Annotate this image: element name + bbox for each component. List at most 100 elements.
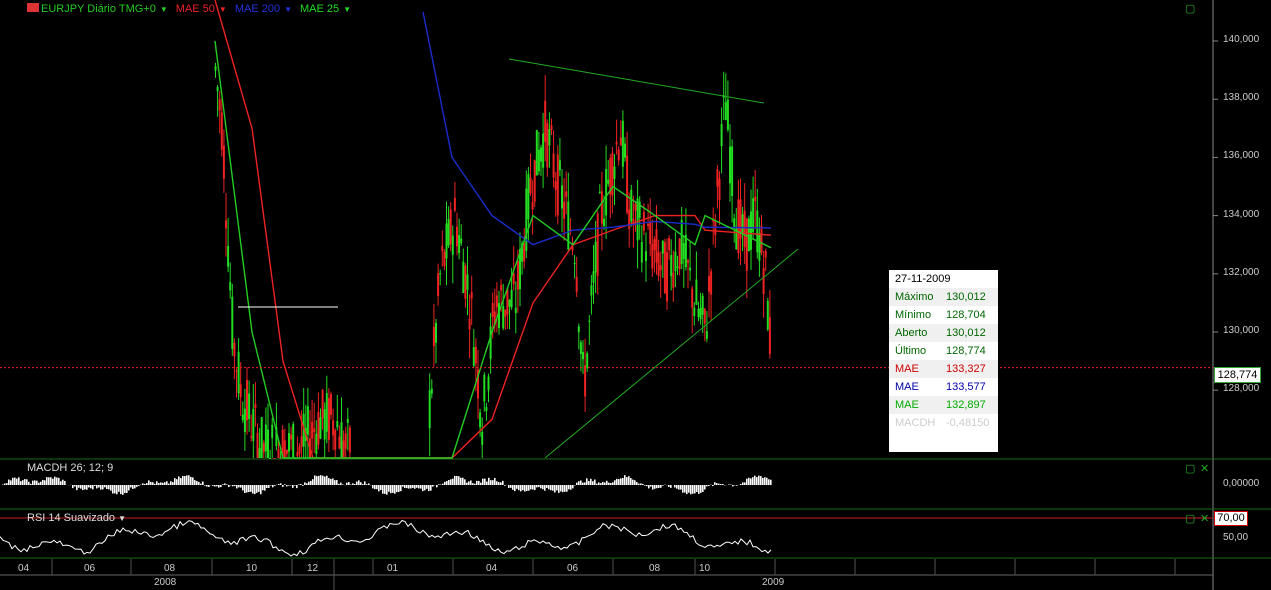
candle-body [745,218,748,271]
candle-body [502,305,505,329]
macd-bar [152,482,154,485]
info-key: Mínimo [895,309,932,321]
candle-body [703,308,706,324]
candle-body [460,238,463,244]
macd-bar [498,482,500,485]
macd-bar [522,485,524,491]
macd-bar [382,485,384,494]
macd-bar [196,481,198,485]
macd-bar [546,485,548,489]
macd-bar [752,477,754,485]
info-value: 133,577 [946,381,986,393]
mae50-item[interactable]: MAE 50 ▼ [176,3,227,15]
maximize-icon[interactable]: ▢ [1185,462,1195,475]
candle-body [346,418,349,423]
mae25-item[interactable]: MAE 25 ▼ [300,3,351,15]
macd-bar [466,482,468,485]
candle-body [647,223,650,227]
macd-bar [76,485,78,491]
macd-bar [110,485,112,491]
macd-bar [324,476,326,485]
info-value: -0,48150 [946,417,990,429]
candle-body [754,196,757,202]
chevron-down-icon: ▼ [343,5,352,14]
macd-bar [94,485,96,487]
macd-bar [170,481,172,485]
month-label: 10 [699,563,711,574]
macd-bar [504,485,506,486]
macd-bar [224,483,226,485]
candle-body [468,318,471,330]
candle-body [472,347,475,366]
candle-body [678,238,681,270]
macd-bar [470,480,472,485]
macd-bar [510,485,512,488]
candle-body [292,424,295,458]
macd-bar [402,485,404,487]
macd-bar [4,483,6,485]
candle-body [285,449,288,454]
maximize-icon[interactable]: ▢ [1185,512,1195,525]
macd-bar [268,485,270,488]
candle-body [561,185,563,209]
macd-bar [362,484,364,485]
macd-bar [114,485,116,494]
macd-bar [146,483,148,485]
macd-bar [338,483,340,485]
macd-label[interactable]: MACDH 26; 12; 9 [27,462,113,474]
macd-bar [48,477,50,485]
candle-body [273,458,276,459]
chart-canvas[interactable] [0,0,1271,590]
candle-body [311,421,314,439]
macd-bar [554,485,556,493]
month-label: 08 [649,563,661,574]
macd-bar [314,475,316,485]
candle-body [598,191,601,193]
month-label: 06 [567,563,579,574]
macd-bar [352,483,354,485]
macd-bar [300,484,302,485]
month-label: 06 [84,563,96,574]
candle-body [323,409,326,440]
macd-bar [474,483,476,485]
macd-bar [618,479,620,485]
macd-bar [194,480,196,485]
candle-body [556,154,559,216]
macd-bar [354,483,356,485]
macd-bar [648,485,650,489]
info-row: Máximo 130,012 [889,288,998,306]
macd-bar [560,485,562,492]
candle-body [437,273,440,296]
close-icon[interactable]: ✕ [1200,512,1209,525]
macd-bar [82,485,84,491]
candle-body [558,160,561,171]
macd-bar [156,481,158,485]
macd-bar [16,478,18,485]
candle-body [531,201,534,210]
candle-body [246,379,248,421]
macd-bar [668,485,670,487]
symbol-item[interactable]: EURJPY Diário TMG+0 ▼ [27,3,168,15]
macd-bar [212,485,214,486]
candle-body [729,146,731,184]
mae200-item[interactable]: MAE 200 ▼ [235,3,292,15]
candle-body [582,352,584,360]
macd-tick-label: 0,00000 [1223,478,1260,489]
macd-bar [448,479,450,485]
maximize-icon[interactable]: ▢ [1185,2,1195,15]
candle-body [689,267,692,271]
macd-bar [328,478,330,485]
candle-body [548,129,551,146]
price-tick-label: 134,000 [1223,208,1260,220]
candle-body [642,211,645,231]
macd-bar [118,485,120,492]
close-icon[interactable]: ✕ [1200,462,1209,475]
rsi-label[interactable]: RSI 14 Suavizado ▼ [27,512,126,524]
candle-body [550,125,553,130]
macd-bar [656,485,658,489]
macd-bar [558,485,560,493]
macd-bar [620,478,622,485]
macd-bar [584,482,586,485]
candle-body [218,99,221,111]
macd-bar [98,485,100,488]
